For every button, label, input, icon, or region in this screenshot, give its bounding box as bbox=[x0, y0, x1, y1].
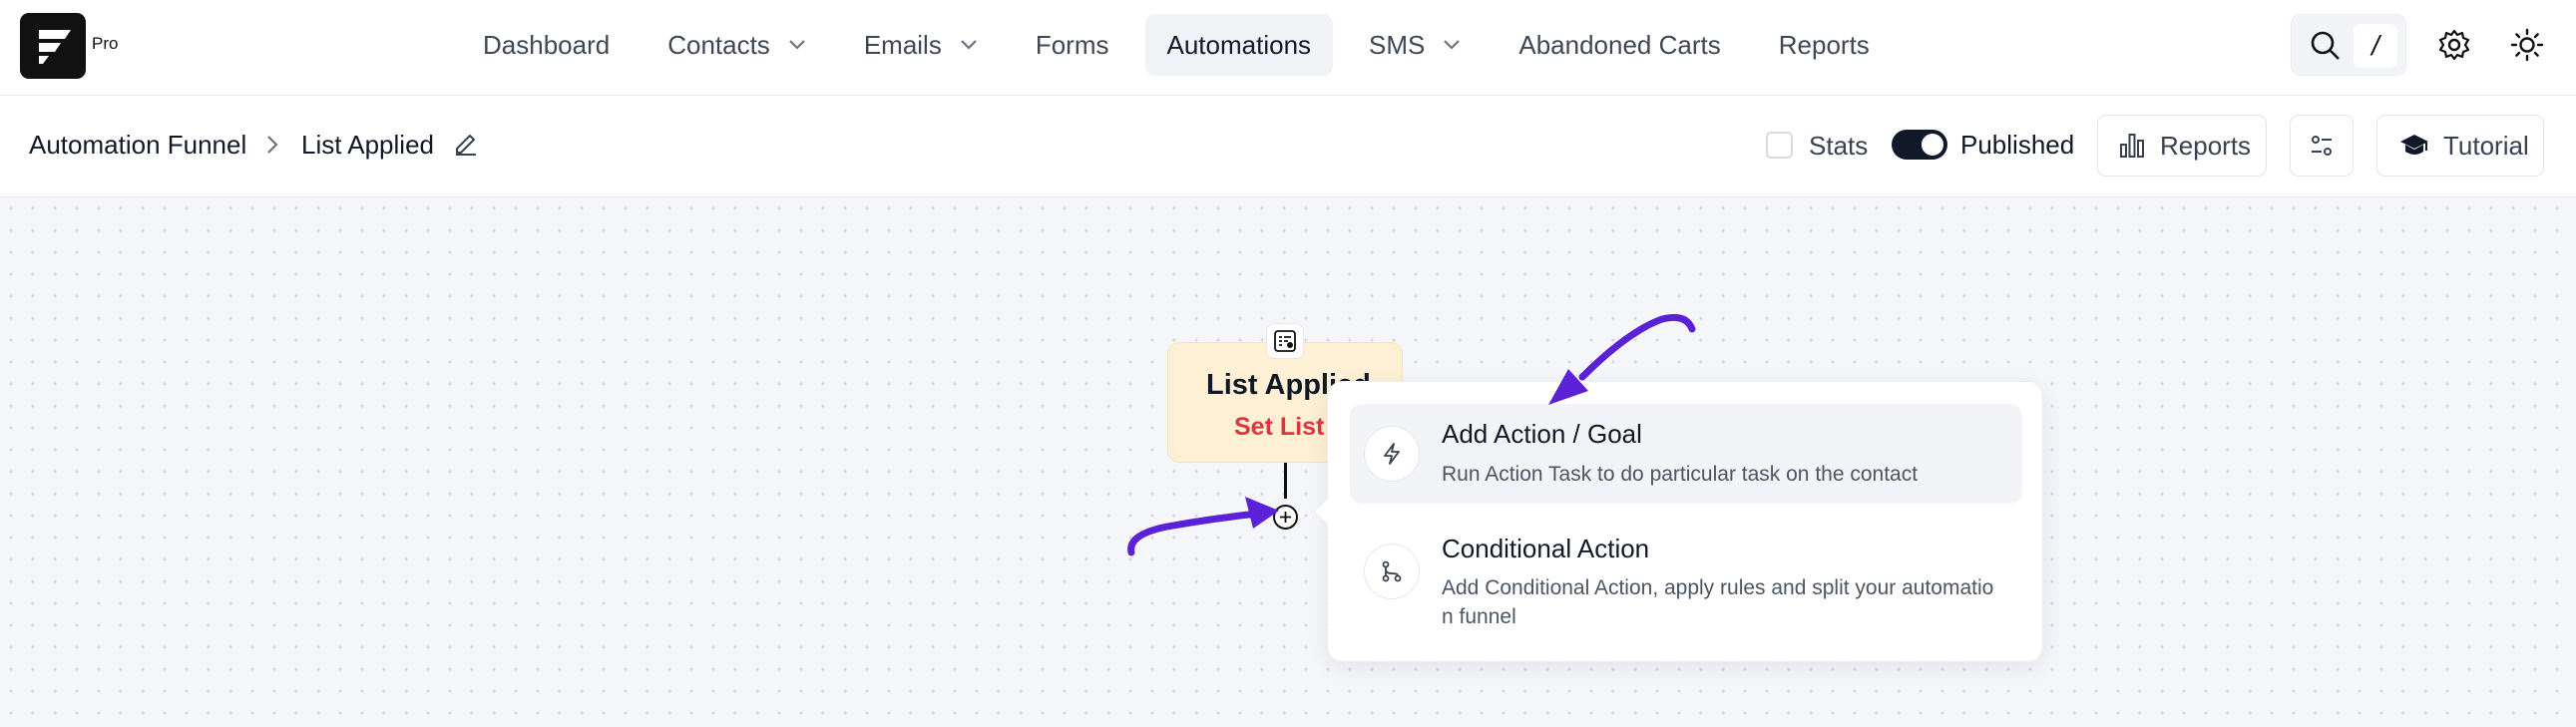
search-tool-group: / bbox=[2291, 14, 2406, 76]
sliders-icon bbox=[2312, 136, 2332, 156]
nav-abandoned-carts-label: Abandoned Carts bbox=[1518, 29, 1721, 60]
bar-chart-icon bbox=[2120, 134, 2144, 158]
tutorial-button-label: Tutorial bbox=[2443, 130, 2529, 161]
option-title: Add Action / Goal bbox=[1442, 419, 1642, 449]
published-toggle[interactable] bbox=[1892, 130, 1947, 160]
nav-contacts[interactable]: Contacts bbox=[645, 14, 828, 76]
published-label: Published bbox=[1960, 130, 2075, 160]
search-shortcut-key[interactable]: / bbox=[2354, 24, 2397, 68]
nav-dashboard-label: Dashboard bbox=[483, 29, 611, 60]
gear-icon[interactable] bbox=[2437, 28, 2471, 67]
graduation-cap-icon bbox=[2400, 135, 2428, 155]
nav-reports-label: Reports bbox=[1778, 29, 1870, 60]
breadcrumb-parent[interactable]: Automation Funnel bbox=[29, 130, 246, 161]
nav-sms-label: SMS bbox=[1369, 29, 1426, 60]
nav-forms[interactable]: Forms bbox=[1014, 14, 1131, 76]
bolt-icon bbox=[1364, 426, 1420, 482]
chevron-right-icon bbox=[265, 134, 279, 161]
annotation-arrow-icon bbox=[1127, 497, 1279, 556]
logo-mark-icon bbox=[39, 30, 71, 64]
stats-checkbox[interactable] bbox=[1766, 132, 1793, 159]
nav-abandoned-carts[interactable]: Abandoned Carts bbox=[1497, 14, 1742, 76]
app-logo[interactable] bbox=[20, 13, 86, 79]
pro-badge: Pro bbox=[92, 34, 119, 53]
nav-emails-label: Emails bbox=[863, 29, 942, 60]
nav-automations-label: Automations bbox=[1166, 29, 1312, 60]
tutorial-button[interactable]: Tutorial bbox=[2376, 115, 2544, 177]
option-add-action-goal[interactable]: Add Action / Goal Run Action Task to do … bbox=[1350, 404, 2022, 504]
funnel-header: Automation Funnel List Applied Stats Pub… bbox=[0, 96, 2576, 197]
top-navigation-bar: Pro Dashboard Contacts Emails Forms Auto… bbox=[0, 0, 2576, 96]
trigger-list-icon bbox=[1266, 323, 1304, 359]
breadcrumb-current: List Applied bbox=[301, 130, 434, 160]
chevron-down-icon bbox=[960, 39, 978, 51]
option-conditional-action[interactable]: Conditional Action Add Conditional Actio… bbox=[1350, 512, 2022, 639]
nav-automations[interactable]: Automations bbox=[1144, 14, 1334, 76]
nav-forms-label: Forms bbox=[1035, 29, 1109, 60]
theme-toggle-sun-icon[interactable] bbox=[2510, 28, 2544, 67]
main-nav: Dashboard Contacts Emails Forms Automati… bbox=[461, 14, 1906, 76]
option-description: Add Conditional Action, apply rules and … bbox=[1442, 576, 1994, 628]
reports-button-label: Reports bbox=[2160, 130, 2252, 161]
add-step-popover: Add Action / Goal Run Action Task to do … bbox=[1313, 381, 2043, 662]
funnel-settings-button[interactable] bbox=[2290, 115, 2354, 177]
branch-icon bbox=[1364, 544, 1420, 599]
nav-contacts-label: Contacts bbox=[667, 29, 770, 60]
nav-sms[interactable]: SMS bbox=[1347, 14, 1483, 76]
annotation-arrow-icon bbox=[1548, 313, 1696, 405]
search-icon[interactable] bbox=[2310, 30, 2342, 67]
reports-button[interactable]: Reports bbox=[2097, 115, 2267, 177]
chevron-down-icon bbox=[1443, 39, 1461, 51]
nav-reports[interactable]: Reports bbox=[1757, 14, 1892, 76]
nav-dashboard[interactable]: Dashboard bbox=[461, 14, 632, 76]
stats-label: Stats bbox=[1809, 131, 1869, 161]
pencil-icon[interactable] bbox=[453, 130, 479, 161]
nav-emails[interactable]: Emails bbox=[842, 14, 1000, 76]
option-title: Conditional Action bbox=[1442, 534, 1650, 563]
option-description: Run Action Task to do particular task on… bbox=[1442, 463, 1919, 486]
chevron-down-icon bbox=[788, 39, 806, 51]
trigger-node-subtitle: Set List bbox=[1234, 413, 1325, 441]
